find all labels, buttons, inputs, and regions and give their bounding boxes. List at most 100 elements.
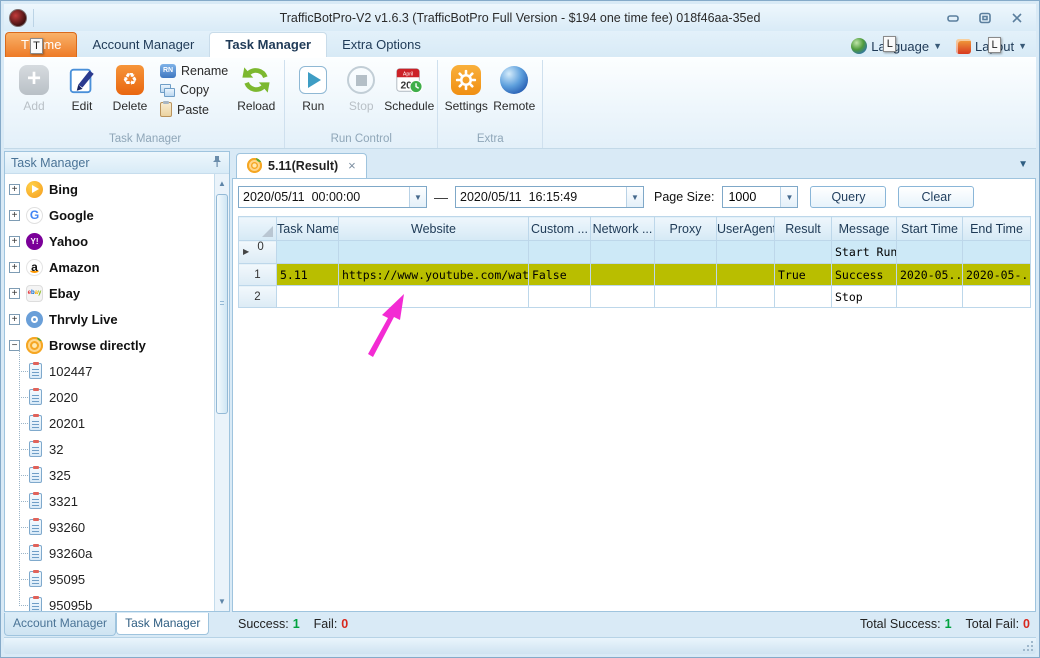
reload-button[interactable]: Reload — [232, 60, 280, 113]
tree-item-google[interactable]: + G Google — [9, 202, 213, 228]
cell-message[interactable]: Success — [832, 264, 897, 286]
cell-useragent[interactable] — [717, 264, 775, 286]
tree-item-browse-directly[interactable]: − Browse directly — [9, 332, 213, 358]
column-header-end-time[interactable]: End Time — [963, 217, 1031, 241]
run-button[interactable]: Run — [289, 60, 337, 113]
cell-useragent[interactable] — [717, 241, 775, 264]
cell-start-time[interactable] — [897, 286, 963, 308]
column-header-useragent[interactable]: UserAgent — [717, 217, 775, 241]
tree-item-amazon[interactable]: + a Amazon — [9, 254, 213, 280]
tree-task-item[interactable]: 325 — [9, 462, 213, 488]
cell-network[interactable] — [591, 241, 655, 264]
language-menu[interactable]: Language L ▼ — [851, 38, 942, 54]
row-header[interactable]: 1 — [239, 264, 277, 286]
table-row[interactable]: ▶0 Start Run — [239, 241, 1031, 264]
tree-task-item[interactable]: 3321 — [9, 488, 213, 514]
page-size-combo[interactable]: 1000 ▼ — [722, 186, 798, 208]
stop-button[interactable]: Stop — [337, 60, 385, 113]
cell-custom[interactable] — [529, 286, 591, 308]
tree-scrollbar[interactable]: ▲ ▼ — [214, 174, 229, 611]
layout-menu[interactable]: Layout L ▼ — [956, 39, 1027, 54]
result-tab[interactable]: 5.11(Result) × — [236, 153, 367, 178]
tree-item-ebay[interactable]: + ebay Ebay — [9, 280, 213, 306]
scrollbar-thumb[interactable] — [216, 194, 228, 414]
cell-end-time[interactable] — [963, 286, 1031, 308]
cell-website[interactable] — [339, 241, 529, 264]
chevron-down-icon[interactable]: ▼ — [780, 187, 797, 207]
row-header[interactable]: ▶0 — [239, 241, 277, 264]
column-header-result[interactable]: Result — [775, 217, 832, 241]
chevron-down-icon[interactable]: ▼ — [409, 187, 426, 207]
table-row[interactable]: 1 5.11 https://www.youtube.com/watc... F… — [239, 264, 1031, 286]
expand-icon[interactable]: + — [9, 288, 20, 299]
tree-task-item[interactable]: 93260 — [9, 514, 213, 540]
expand-icon[interactable]: + — [9, 184, 20, 195]
tab-theme[interactable]: Theme T — [5, 32, 77, 57]
add-button[interactable]: + Add — [10, 60, 58, 113]
column-header-custom[interactable]: Custom ... — [529, 217, 591, 241]
cell-result[interactable] — [775, 241, 832, 264]
tree-task-item[interactable]: 20201 — [9, 410, 213, 436]
cell-proxy[interactable] — [655, 241, 717, 264]
close-tab-icon[interactable]: × — [344, 158, 356, 173]
expand-icon[interactable]: + — [9, 262, 20, 273]
cell-task-name[interactable] — [277, 241, 339, 264]
scroll-up-icon[interactable]: ▲ — [215, 176, 229, 191]
bottom-tab-account-manager[interactable]: Account Manager — [4, 613, 116, 636]
tab-extra-options[interactable]: Extra Options — [327, 33, 436, 57]
paste-button[interactable]: Paste — [160, 102, 228, 117]
start-datetime-field[interactable]: 2020/05/11 00:00:00 ▼ — [238, 186, 427, 208]
tree-task-item[interactable]: 102447 — [9, 358, 213, 384]
schedule-button[interactable]: April 20 Schedule — [385, 60, 433, 113]
cell-message[interactable]: Stop — [832, 286, 897, 308]
delete-button[interactable]: ♻ Delete — [106, 60, 154, 113]
column-header-network[interactable]: Network ... — [591, 217, 655, 241]
column-header-website[interactable]: Website — [339, 217, 529, 241]
cell-proxy[interactable] — [655, 286, 717, 308]
cell-website[interactable]: https://www.youtube.com/watc... — [339, 264, 529, 286]
query-button[interactable]: Query — [810, 186, 886, 208]
column-header-proxy[interactable]: Proxy — [655, 217, 717, 241]
cell-result[interactable] — [775, 286, 832, 308]
expand-icon[interactable]: + — [9, 236, 20, 247]
maximize-button[interactable] — [976, 10, 994, 26]
bottom-tab-task-manager[interactable]: Task Manager — [116, 613, 209, 635]
cell-network[interactable] — [591, 286, 655, 308]
cell-useragent[interactable] — [717, 286, 775, 308]
tree-item-thrvly-live[interactable]: + Thrvly Live — [9, 306, 213, 332]
tree-task-item[interactable]: 2020 — [9, 384, 213, 410]
cell-end-time[interactable]: 2020-05-... — [963, 264, 1031, 286]
cell-start-time[interactable]: 2020-05... — [897, 264, 963, 286]
select-all-corner[interactable] — [239, 217, 277, 241]
cell-task-name[interactable]: 5.11 — [277, 264, 339, 286]
expand-icon[interactable]: + — [9, 314, 20, 325]
cell-task-name[interactable] — [277, 286, 339, 308]
cell-start-time[interactable] — [897, 241, 963, 264]
clear-button[interactable]: Clear — [898, 186, 974, 208]
settings-button[interactable]: Settings — [442, 60, 490, 113]
row-header[interactable]: 2 — [239, 286, 277, 308]
tree-task-item[interactable]: 32 — [9, 436, 213, 462]
cell-custom[interactable] — [529, 241, 591, 264]
remote-button[interactable]: Remote — [490, 60, 538, 113]
cell-message[interactable]: Start Run — [832, 241, 897, 264]
cell-proxy[interactable] — [655, 264, 717, 286]
rename-button[interactable]: RN Rename — [160, 64, 228, 78]
pin-icon[interactable] — [211, 155, 223, 171]
expand-icon[interactable]: + — [9, 210, 20, 221]
scroll-down-icon[interactable]: ▼ — [215, 594, 229, 609]
column-header-start-time[interactable]: Start Time — [897, 217, 963, 241]
tab-account-manager[interactable]: Account Manager — [77, 33, 209, 57]
tab-list-dropdown-icon[interactable]: ▼ — [1018, 159, 1028, 170]
cell-network[interactable] — [591, 264, 655, 286]
close-button[interactable] — [1008, 10, 1026, 26]
cell-end-time[interactable] — [963, 241, 1031, 264]
tree-task-item[interactable]: 95095 — [9, 566, 213, 592]
cell-result[interactable]: True — [775, 264, 832, 286]
resize-grip[interactable] — [1023, 641, 1033, 651]
tree-item-bing[interactable]: + Bing — [9, 176, 213, 202]
end-datetime-field[interactable]: 2020/05/11 16:15:49 ▼ — [455, 186, 644, 208]
chevron-down-icon[interactable]: ▼ — [626, 187, 643, 207]
edit-button[interactable]: Edit — [58, 60, 106, 113]
tree-item-yahoo[interactable]: + Y! Yahoo — [9, 228, 213, 254]
